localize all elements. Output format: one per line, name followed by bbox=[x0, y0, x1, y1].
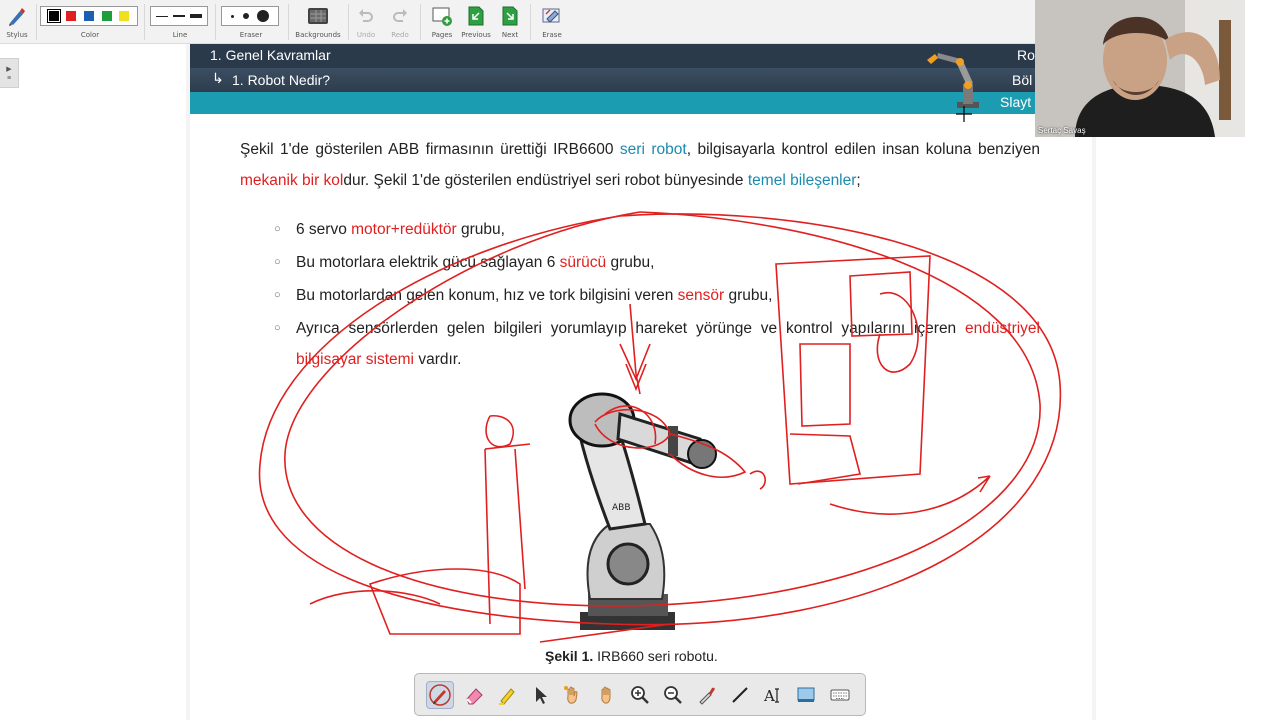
line-width-options bbox=[150, 6, 208, 26]
color-black[interactable] bbox=[46, 9, 61, 23]
eraser-tool-button[interactable] bbox=[460, 681, 488, 709]
text-tool-button[interactable]: A bbox=[759, 681, 787, 709]
zoom-out-icon bbox=[664, 685, 683, 704]
eyedropper-tool-button[interactable] bbox=[693, 681, 721, 709]
expand-arrow-icon: ▶ bbox=[6, 65, 12, 73]
color-green[interactable] bbox=[101, 11, 112, 21]
pan-hand-icon bbox=[601, 686, 611, 704]
erase-all-icon bbox=[540, 4, 564, 28]
crosshair-cursor-icon bbox=[956, 106, 972, 122]
undo-label: Undo bbox=[356, 31, 376, 39]
next-page-icon bbox=[498, 4, 522, 28]
pointer-tool-button[interactable] bbox=[526, 681, 554, 709]
color-yellow[interactable] bbox=[119, 11, 130, 21]
eraser-medium[interactable] bbox=[242, 13, 249, 19]
previous-button[interactable]: Previous bbox=[460, 0, 492, 44]
eraser-size-options bbox=[221, 6, 279, 26]
stylus-tool[interactable]: Stylus bbox=[2, 0, 32, 44]
next-label: Next bbox=[501, 31, 519, 39]
ink-annotations bbox=[258, 211, 1062, 643]
svg-text:A: A bbox=[763, 687, 775, 705]
eyedropper-icon bbox=[698, 687, 715, 705]
grip-icon: ≡ bbox=[6, 74, 12, 82]
pages-label: Pages bbox=[431, 31, 453, 39]
zoom-out-tool-button[interactable] bbox=[659, 681, 687, 709]
redo-button[interactable]: Redo bbox=[386, 0, 414, 44]
keyboard-icon bbox=[830, 689, 850, 700]
erase-all-button[interactable]: Erase bbox=[536, 0, 568, 44]
app-window: Stylus Color Line Eraser Backgrounds Und… bbox=[0, 0, 1280, 720]
eraser-large[interactable] bbox=[257, 10, 270, 22]
color-swatches bbox=[40, 6, 138, 26]
line-label: Line bbox=[172, 31, 188, 39]
eraser-icon bbox=[465, 687, 483, 704]
pan-tool-button[interactable] bbox=[593, 681, 621, 709]
backgrounds-button[interactable]: Backgrounds bbox=[292, 0, 344, 44]
previous-label: Previous bbox=[461, 31, 491, 39]
pen-tool-button[interactable] bbox=[426, 680, 455, 709]
next-button[interactable]: Next bbox=[494, 0, 526, 44]
pages-icon bbox=[430, 4, 454, 28]
eraser-small[interactable] bbox=[230, 14, 234, 18]
line-icon bbox=[732, 686, 748, 703]
drawing-tool-palette: A bbox=[414, 673, 866, 716]
stylus-label: Stylus bbox=[6, 31, 28, 39]
zoom-in-icon bbox=[631, 685, 649, 704]
pointer-icon bbox=[536, 686, 548, 704]
pen-icon bbox=[429, 683, 452, 706]
laser-hand-tool-button[interactable] bbox=[559, 681, 587, 709]
participant-name: Sertaç Savaş bbox=[1038, 126, 1086, 135]
backgrounds-icon bbox=[306, 4, 330, 28]
presentation-slide: 1. Genel Kavramlar Ro ↳ 1. Robot Nedir? … bbox=[190, 44, 1092, 720]
color-picker: Color bbox=[40, 0, 140, 44]
highlighter-tool-button[interactable] bbox=[493, 681, 521, 709]
webcam-overlay: Sertaç Savaş bbox=[1035, 0, 1245, 137]
side-panel-toggle[interactable]: ▶ ≡ bbox=[0, 58, 19, 88]
color-red[interactable] bbox=[66, 11, 77, 21]
keyboard-tool-button[interactable] bbox=[826, 681, 854, 709]
color-label: Color bbox=[80, 31, 100, 39]
zoom-in-tool-button[interactable] bbox=[626, 681, 654, 709]
line-thin[interactable] bbox=[156, 15, 168, 17]
eraser-size-picker: Eraser bbox=[221, 0, 281, 44]
redo-icon bbox=[390, 4, 410, 28]
color-blue[interactable] bbox=[83, 11, 94, 21]
eraser-label: Eraser bbox=[239, 31, 263, 39]
line-medium[interactable] bbox=[173, 15, 185, 17]
line-tool-button[interactable] bbox=[726, 681, 754, 709]
erase-label: Erase bbox=[542, 31, 562, 39]
line-width-picker: Line bbox=[150, 0, 210, 44]
pages-button[interactable]: Pages bbox=[426, 0, 458, 44]
screen-capture-icon bbox=[797, 687, 815, 702]
webcam-video-feed bbox=[1035, 0, 1245, 137]
redo-label: Redo bbox=[391, 31, 409, 39]
undo-button[interactable]: Undo bbox=[352, 0, 380, 44]
backgrounds-label: Backgrounds bbox=[295, 31, 341, 39]
line-thick[interactable] bbox=[190, 14, 202, 18]
text-icon: A bbox=[763, 687, 780, 705]
highlighter-icon bbox=[498, 687, 515, 705]
screen-capture-tool-button[interactable] bbox=[792, 681, 820, 709]
previous-page-icon bbox=[464, 4, 488, 28]
annotation-toolbar: Stylus Color Line Eraser Backgrounds Und… bbox=[0, 0, 1035, 44]
undo-icon bbox=[356, 4, 376, 28]
laser-hand-icon bbox=[564, 685, 578, 704]
stylus-icon bbox=[6, 4, 28, 28]
